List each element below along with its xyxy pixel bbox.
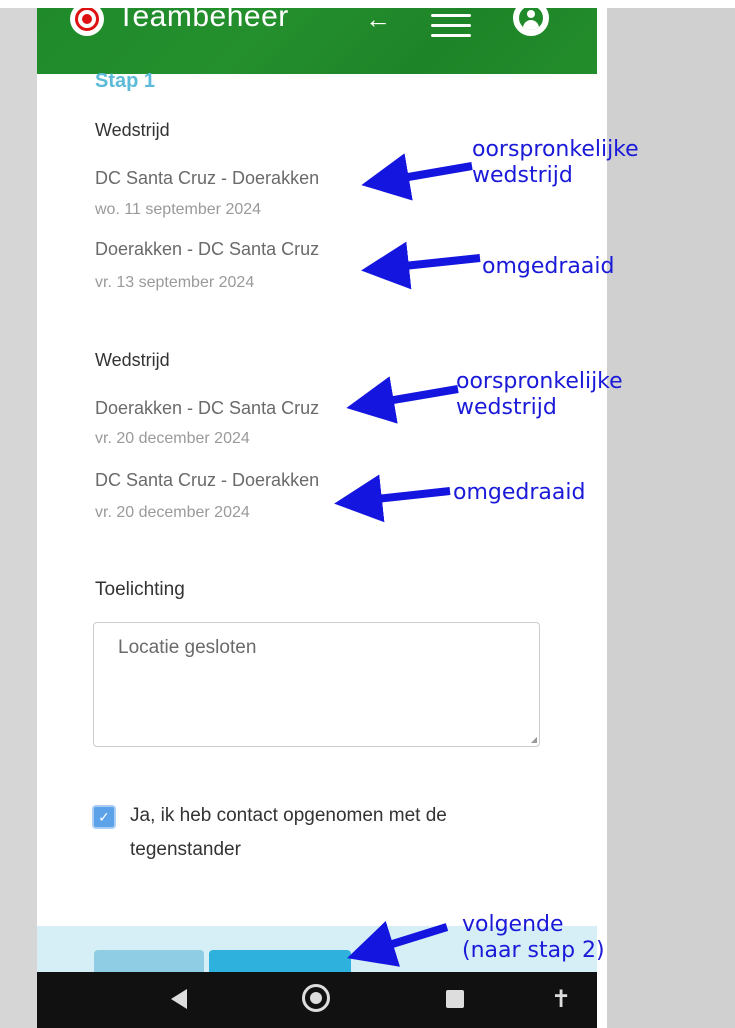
match-1-original-date: wo. 11 september 2024 [95, 201, 262, 218]
explanation-value: Locatie gesloten [118, 637, 257, 658]
match-2-reversed-teams: DC Santa Cruz - Doerakken [95, 470, 320, 490]
explanation-textarea[interactable]: Locatie gesloten ◢ [93, 622, 540, 747]
nav-recents-icon[interactable] [446, 990, 464, 1008]
nav-home-icon[interactable] [302, 984, 330, 1012]
match-1-reversed-teams: Doerakken - DC Santa Cruz [95, 239, 320, 259]
annotation-original-1: oorspronkelijke wedstrijd [472, 137, 639, 188]
app-title: Teambeheer [117, 8, 289, 33]
match-2-original-date: vr. 20 december 2024 [95, 430, 250, 447]
annotation-reversed-1: omgedraaid [482, 254, 615, 279]
annotation-next: volgende (naar stap 2) [462, 912, 605, 963]
background-left [0, 0, 37, 1028]
user-account-icon[interactable] [513, 8, 549, 36]
step-heading: Stap 1 [95, 70, 156, 92]
android-nav-bar: ✝ [37, 972, 597, 1028]
contact-checkbox-label[interactable]: Ja, ik heb contact opgenomen met de tege… [130, 799, 530, 867]
annotation-original-2: oorspronkelijke wedstrijd [456, 369, 623, 420]
hamburger-menu-icon[interactable] [431, 14, 471, 44]
match-2-title: Wedstrijd [95, 350, 170, 370]
accessibility-icon[interactable]: ✝ [551, 985, 571, 1014]
nav-back-icon[interactable] [171, 989, 187, 1009]
match-1-title: Wedstrijd [95, 120, 170, 140]
match-2-reversed-date: vr. 20 december 2024 [95, 504, 250, 521]
match-2-original-teams: Doerakken - DC Santa Cruz [95, 398, 320, 418]
back-arrow-icon[interactable]: ← [365, 8, 391, 35]
annotation-reversed-2: omgedraaid [453, 480, 586, 505]
match-1-reversed-date: vr. 13 september 2024 [95, 274, 255, 291]
match-1-original-teams: DC Santa Cruz - Doerakken [95, 168, 320, 188]
app-header: Teambeheer ← [37, 8, 597, 74]
resize-handle-icon[interactable]: ◢ [531, 735, 537, 744]
contact-checkbox[interactable]: ✓ [92, 805, 116, 829]
logo-icon [70, 8, 104, 36]
explanation-label: Toelichting [95, 579, 185, 600]
